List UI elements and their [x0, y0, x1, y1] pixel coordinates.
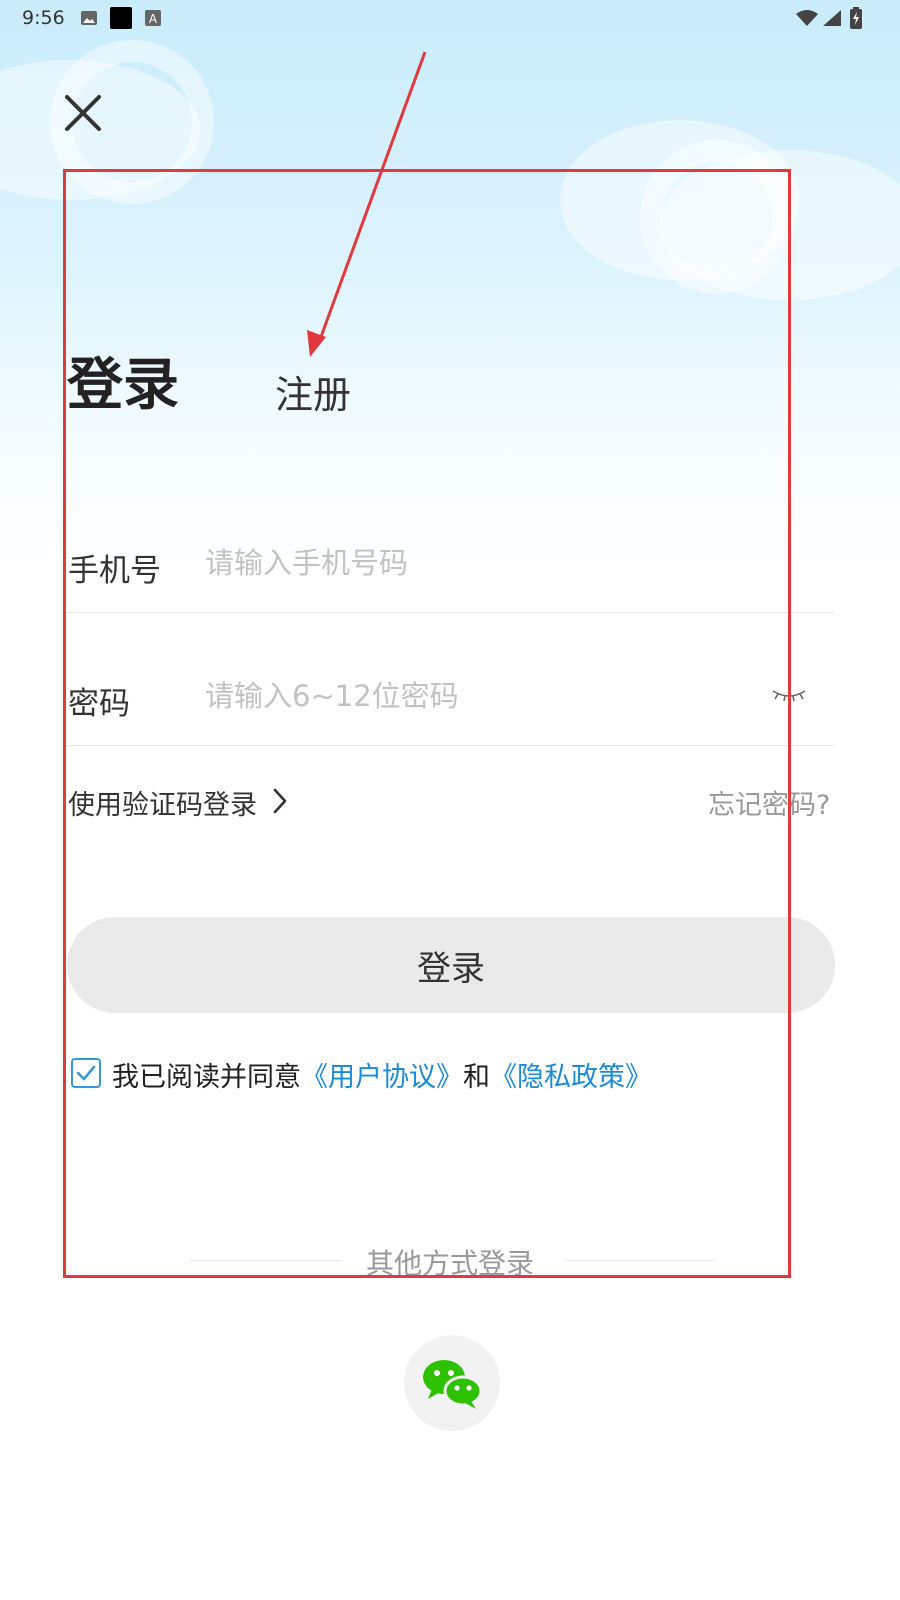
text-notification-icon: A: [145, 10, 161, 26]
close-icon: [65, 95, 101, 131]
wechat-icon: [423, 1360, 483, 1409]
checkbox-checked-icon: [76, 1065, 96, 1081]
password-input[interactable]: [205, 672, 725, 720]
status-bar: 9:56 A: [0, 0, 900, 36]
other-login-title: 其他方式登录: [365, 1247, 534, 1280]
phone-label: 手机号: [68, 553, 161, 589]
password-label: 密码: [68, 686, 130, 722]
agreement-and: 和: [463, 1062, 490, 1093]
agreement-text: 我已阅读并同意《用户协议》和《隐私政策》: [112, 1055, 652, 1094]
phone-divider: [66, 612, 834, 613]
eye-closed-icon[interactable]: [770, 685, 808, 705]
agree-checkbox[interactable]: [71, 1058, 101, 1088]
black-square-notification-icon: [110, 7, 132, 29]
forgot-password-link[interactable]: 忘记密码?: [708, 783, 830, 822]
agreement-prefix: 我已阅读并同意: [112, 1062, 301, 1093]
signal-icon: [823, 10, 841, 26]
image-notification-icon: [81, 11, 97, 25]
tab-login[interactable]: 登录: [67, 340, 179, 421]
wifi-icon: [796, 10, 818, 26]
status-time: 9:56: [22, 7, 65, 29]
battery-icon: [850, 7, 862, 29]
privacy-policy-link[interactable]: 《隐私政策》: [490, 1062, 652, 1093]
wechat-login-button[interactable]: [404, 1335, 500, 1431]
password-divider: [66, 745, 834, 746]
tab-register[interactable]: 注册: [275, 364, 351, 419]
chevron-right-icon[interactable]: [272, 787, 288, 815]
other-login-divider-right: [565, 1260, 715, 1261]
sms-login-link[interactable]: 使用验证码登录: [68, 783, 257, 822]
login-button[interactable]: 登录: [67, 917, 835, 1013]
phone-input[interactable]: [205, 539, 745, 587]
header-background: [0, 0, 900, 560]
close-button[interactable]: [58, 88, 108, 138]
user-agreement-link[interactable]: 《用户协议》: [301, 1062, 463, 1093]
svg-text:A: A: [149, 12, 158, 26]
